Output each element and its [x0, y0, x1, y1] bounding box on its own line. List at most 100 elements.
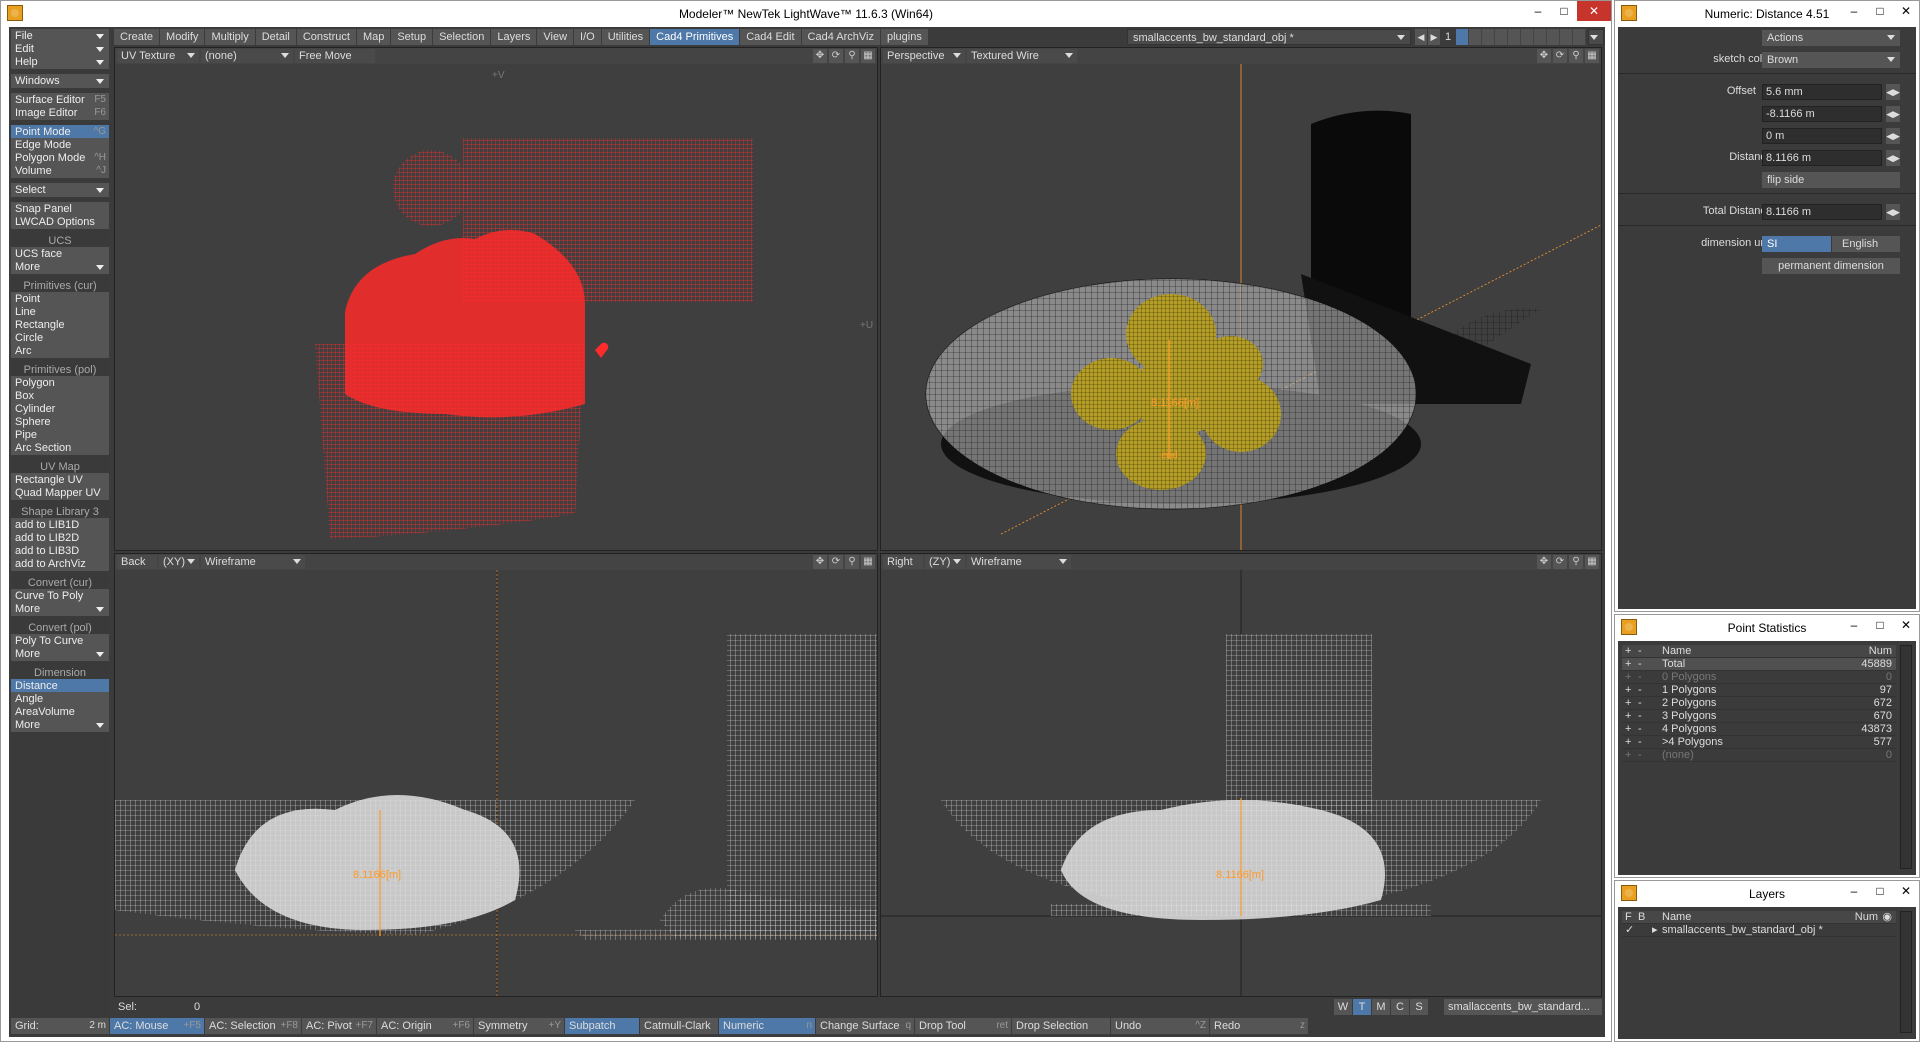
viewport-back-canvas[interactable]: 8.1166[m]: [115, 570, 877, 996]
viewport-uv-mode[interactable]: Free Move: [295, 49, 375, 63]
tool-cylinder-button[interactable]: Cylinder: [11, 402, 109, 416]
status-drop-tool[interactable]: Drop Tool ret: [915, 1018, 1011, 1034]
tool-file-button[interactable]: File: [11, 29, 109, 43]
unit-english-button[interactable]: English: [1832, 236, 1900, 252]
offset-y-arrows-icon[interactable]: ◀▶: [1886, 106, 1900, 122]
zoom-view-icon[interactable]: ⚲: [1569, 49, 1583, 63]
tool-help-button[interactable]: Help: [11, 55, 109, 69]
status-ac-mouse[interactable]: AC: Mouse +F5: [110, 1018, 204, 1034]
add-icon[interactable]: +: [1625, 710, 1631, 723]
offset-x-field[interactable]: 5.6 mm: [1762, 84, 1882, 100]
rotate-view-icon[interactable]: ⟳: [1553, 49, 1567, 63]
tool-distance-button[interactable]: Distance: [11, 679, 109, 693]
tool-rectangle-button[interactable]: Rectangle: [11, 318, 109, 332]
maximize-view-icon[interactable]: ▦: [861, 555, 875, 569]
tab-selection[interactable]: Selection: [433, 29, 491, 45]
tool-more-button[interactable]: More: [11, 602, 109, 616]
minimize-icon[interactable]: –: [1525, 1, 1551, 21]
maximize-view-icon[interactable]: ▦: [861, 49, 875, 63]
unit-si-button[interactable]: SI: [1762, 236, 1831, 252]
remove-icon[interactable]: -: [1638, 749, 1642, 762]
move-view-icon[interactable]: ✥: [1537, 555, 1551, 569]
tab-utilities[interactable]: Utilities: [601, 29, 650, 45]
tool-arc-button[interactable]: Arc: [11, 344, 109, 358]
tab-create[interactable]: Create: [114, 29, 160, 45]
tool-arc-section-button[interactable]: Arc Section: [11, 441, 109, 455]
remove-icon[interactable]: -: [1638, 671, 1642, 684]
layer-slots[interactable]: [1456, 29, 1586, 45]
tool-add-to-lib1d-button[interactable]: add to LIB1D: [11, 518, 109, 532]
display-mode-m-button[interactable]: M: [1372, 999, 1390, 1015]
layer-prev-icon[interactable]: ◀: [1415, 29, 1427, 45]
point-statistics-row[interactable]: + -4 Polygons 43873: [1622, 723, 1896, 736]
remove-icon[interactable]: -: [1638, 736, 1642, 749]
display-mode-t-button[interactable]: T: [1353, 999, 1371, 1015]
display-mode-w-button[interactable]: W: [1334, 999, 1352, 1015]
eye-icon[interactable]: ◉: [1882, 911, 1892, 924]
tool-image-editor-button[interactable]: Image Editor F6: [11, 106, 109, 120]
tab-detail[interactable]: Detail: [255, 29, 296, 45]
rotate-view-icon[interactable]: ⟳: [1553, 555, 1567, 569]
tool-quad-mapper-uv-button[interactable]: Quad Mapper UV: [11, 486, 109, 500]
viewport-right-axis-select[interactable]: (ZY): [925, 555, 965, 569]
display-mode-c-button[interactable]: C: [1391, 999, 1409, 1015]
point-statistics-row[interactable]: + - Total 45889: [1622, 658, 1896, 671]
layer-menu[interactable]: [1588, 29, 1604, 45]
viewport-back[interactable]: Back (XY) Wireframe ✥ ⟳ ⚲ ▦ 8.1166[m]: [114, 553, 878, 997]
distance-field[interactable]: 8.1166 m: [1762, 150, 1882, 166]
tab-i-o[interactable]: I/O: [574, 29, 601, 45]
offset-z-field[interactable]: 0 m: [1762, 128, 1882, 144]
status-ac-pivot[interactable]: AC: Pivot +F7: [302, 1018, 376, 1034]
viewport-perspective-view-select[interactable]: Perspective: [883, 49, 965, 63]
tab-layers[interactable]: Layers: [491, 29, 537, 45]
display-mode-s-button[interactable]: S: [1410, 999, 1428, 1015]
layer-row[interactable]: ✓ ▸ smallaccents_bw_standard_obj *: [1622, 924, 1896, 937]
close-icon[interactable]: ✕: [1893, 615, 1919, 635]
offset-z-arrows-icon[interactable]: ◀▶: [1886, 128, 1900, 144]
tool-polygon-button[interactable]: Polygon: [11, 376, 109, 390]
point-statistics-row[interactable]: + -1 Polygons 97: [1622, 684, 1896, 697]
add-icon[interactable]: +: [1625, 723, 1631, 736]
zoom-view-icon[interactable]: ⚲: [1569, 555, 1583, 569]
status-numeric[interactable]: Numeric n: [719, 1018, 815, 1034]
tool-sphere-button[interactable]: Sphere: [11, 415, 109, 429]
remove-icon[interactable]: -: [1638, 723, 1642, 736]
move-view-icon[interactable]: ✥: [813, 49, 827, 63]
tool-more-button[interactable]: More: [11, 260, 109, 274]
rotate-view-icon[interactable]: ⟳: [829, 49, 843, 63]
permanent-dimension-button[interactable]: permanent dimension: [1762, 258, 1900, 274]
flip-side-button[interactable]: flip side: [1762, 172, 1900, 188]
status-change-surface[interactable]: Change Surface q: [816, 1018, 914, 1034]
add-icon[interactable]: +: [1625, 658, 1631, 671]
tab-setup[interactable]: Setup: [391, 29, 433, 45]
viewport-perspective-mode-select[interactable]: Textured Wire: [967, 49, 1077, 63]
tool-more-button[interactable]: More: [11, 718, 109, 732]
point-statistics-row[interactable]: + -2 Polygons 672: [1622, 697, 1896, 710]
tool-volume-button[interactable]: Volume ^J: [11, 164, 109, 178]
tab-cad4-primitives[interactable]: Cad4 Primitives: [650, 29, 740, 45]
status-ac-origin[interactable]: AC: Origin +F6: [377, 1018, 473, 1034]
maximize-icon[interactable]: □: [1867, 615, 1893, 635]
tool-more-button[interactable]: More: [11, 647, 109, 661]
status-catmull-clark[interactable]: Catmull-Clark: [640, 1018, 718, 1034]
tool-surface-editor-button[interactable]: Surface Editor F5: [11, 93, 109, 107]
viewport-perspective[interactable]: Perspective Textured Wire ✥ ⟳ ⚲ ▦ 8.1166…: [880, 47, 1602, 551]
tool-box-button[interactable]: Box: [11, 389, 109, 403]
distance-arrows-icon[interactable]: ◀▶: [1886, 150, 1900, 166]
viewport-right-view-select[interactable]: Right: [883, 555, 923, 569]
tool-edit-button[interactable]: Edit: [11, 42, 109, 56]
tool-add-to-lib3d-button[interactable]: add to LIB3D: [11, 544, 109, 558]
expand-icon[interactable]: ▸: [1652, 924, 1658, 937]
tab-construct[interactable]: Construct: [296, 29, 356, 45]
tool-angle-button[interactable]: Angle: [11, 692, 109, 706]
minimize-icon[interactable]: –: [1841, 615, 1867, 635]
add-icon[interactable]: +: [1625, 749, 1631, 762]
status-symmetry[interactable]: Symmetry +Y: [474, 1018, 564, 1034]
tab-cad4-archviz[interactable]: Cad4 ArchViz: [801, 29, 880, 45]
tool-rectangle-uv-button[interactable]: Rectangle UV: [11, 473, 109, 487]
remove-icon[interactable]: -: [1638, 658, 1642, 671]
zoom-view-icon[interactable]: ⚲: [845, 555, 859, 569]
viewport-back-axis-select[interactable]: (XY): [159, 555, 199, 569]
remove-icon[interactable]: -: [1638, 697, 1642, 710]
add-icon[interactable]: +: [1625, 736, 1631, 749]
